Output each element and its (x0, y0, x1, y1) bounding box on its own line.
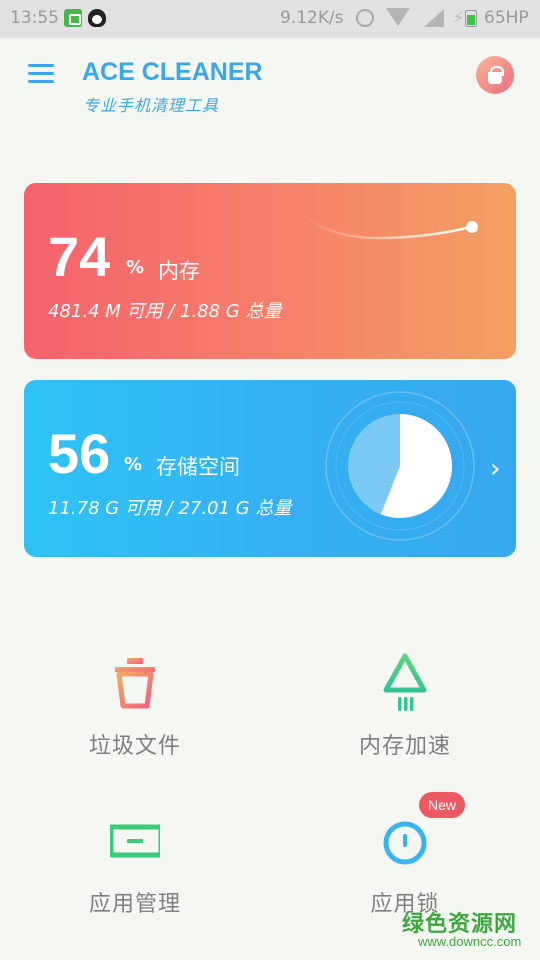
memory-percent: 74 (48, 225, 111, 288)
shopping-bag-icon[interactable] (476, 56, 514, 94)
alarm-icon (356, 9, 374, 27)
app-manager-icon (110, 824, 160, 858)
network-speed: 9.12K/s (280, 8, 344, 28)
trash-icon (115, 658, 155, 709)
storage-percent-sign: % (124, 454, 143, 475)
lock-notification-icon (64, 9, 82, 27)
watermark-url: www.downcc.com (418, 934, 522, 949)
battery-level: 65HP (484, 8, 529, 28)
chevron-right-icon[interactable]: › (490, 454, 500, 484)
memory-grid-graph (296, 183, 516, 359)
app-title: ACE CLEANER (82, 58, 263, 86)
storage-pie-chart (325, 391, 475, 541)
menu-icon[interactable] (28, 62, 54, 86)
charging-icon: ⚡ (453, 8, 465, 27)
memory-card[interactable]: 74 % 内存 481.4 M 可用 / 1.88 G 总量 (24, 183, 516, 359)
junk-files-label: 垃圾文件 (88, 734, 181, 759)
app-manager-button[interactable]: 应用管理 (35, 810, 235, 930)
app-manager-label: 应用管理 (88, 892, 181, 917)
rocket-boost-icon (383, 653, 427, 711)
app-subtitle: 专业手机清理工具 (83, 96, 220, 115)
storage-label: 存储空间 (156, 455, 240, 479)
battery-icon (465, 10, 477, 27)
lock-icon (383, 821, 427, 865)
storage-card[interactable]: 56 % 存储空间 11.78 G 可用 / 27.01 G 总量 › (24, 380, 516, 557)
memory-percent-sign: % (126, 257, 145, 278)
memory-detail: 481.4 M 可用 / 1.88 G 总量 (48, 301, 282, 322)
storage-detail: 11.78 G 可用 / 27.01 G 总量 (48, 498, 292, 519)
signal-icon (424, 9, 444, 27)
memory-label: 内存 (158, 259, 200, 283)
qq-notification-icon (88, 9, 106, 27)
junk-files-button[interactable]: 垃圾文件 (35, 650, 235, 770)
wifi-icon (386, 8, 410, 26)
status-time: 13:55 (10, 8, 59, 28)
storage-percent: 56 (48, 422, 111, 485)
memory-boost-button[interactable]: 内存加速 (305, 650, 505, 770)
status-bar: 13:55 9.12K/s ⚡ 65HP (0, 0, 540, 38)
memory-boost-label: 内存加速 (358, 734, 451, 759)
